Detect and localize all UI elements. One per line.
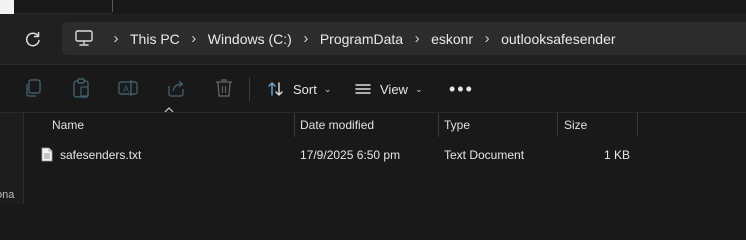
- sort-ascending-icon: [164, 107, 174, 113]
- view-label: View: [380, 81, 408, 97]
- command-bar: A Sort ⌄ View ⌄ •••: [0, 65, 746, 112]
- view-list-icon: [355, 84, 371, 94]
- column-separator[interactable]: [557, 113, 558, 137]
- column-separator[interactable]: [438, 113, 439, 137]
- breadcrumb-outlooksafesender[interactable]: outlooksafesender: [501, 31, 615, 47]
- sort-label: Sort: [293, 81, 317, 97]
- breadcrumb-windows-c[interactable]: Windows (C:): [208, 31, 292, 47]
- active-tab-fragment[interactable]: [0, 0, 14, 14]
- breadcrumb-separator[interactable]: ›: [292, 30, 320, 47]
- breadcrumb-separator[interactable]: ›: [473, 30, 501, 47]
- more-options-button[interactable]: •••: [449, 80, 474, 98]
- file-size: 1 KB: [603, 148, 630, 162]
- column-headers: Name Date modified Type Size: [24, 107, 746, 137]
- breadcrumb: › This PC › Windows (C:) › ProgramData ›…: [102, 22, 616, 55]
- breadcrumb-separator[interactable]: ›: [403, 30, 431, 47]
- breadcrumb-eskonr[interactable]: eskonr: [431, 31, 473, 47]
- rename-icon[interactable]: A: [117, 77, 139, 99]
- file-type: Text Document: [444, 148, 525, 162]
- chevron-down-icon: ⌄: [414, 83, 423, 94]
- delete-icon[interactable]: [213, 77, 235, 99]
- this-pc-icon[interactable]: [74, 29, 94, 47]
- file-date-modified: 17/9/2025 6:50 pm: [300, 148, 401, 162]
- breadcrumb-separator[interactable]: ›: [102, 30, 130, 47]
- column-header-type[interactable]: Type: [444, 113, 470, 137]
- navigation-bar: › This PC › Windows (C:) › ProgramData ›…: [0, 14, 746, 64]
- breadcrumb-programdata[interactable]: ProgramData: [320, 31, 403, 47]
- column-header-size[interactable]: Size: [564, 113, 587, 137]
- navigation-pane-item[interactable]: ona: [0, 189, 14, 201]
- share-icon[interactable]: [165, 77, 187, 99]
- breadcrumb-this-pc[interactable]: This PC: [130, 31, 180, 47]
- column-header-date-modified[interactable]: Date modified: [300, 113, 374, 137]
- file-row[interactable]: safesenders.txt 17/9/2025 6:50 pm Text D…: [24, 143, 746, 167]
- file-name[interactable]: safesenders.txt: [60, 143, 141, 167]
- column-separator[interactable]: [294, 113, 295, 137]
- chevron-down-icon: ⌄: [323, 83, 332, 94]
- breadcrumb-separator[interactable]: ›: [180, 30, 208, 47]
- tab-divider: [112, 0, 113, 12]
- toolbar-separator: [249, 77, 250, 101]
- text-file-icon: [41, 147, 53, 162]
- address-bar[interactable]: › This PC › Windows (C:) › ProgramData ›…: [62, 22, 746, 55]
- sort-icon: [268, 82, 283, 96]
- view-button[interactable]: View ⌄: [354, 77, 423, 101]
- sort-button[interactable]: Sort ⌄: [267, 77, 331, 101]
- svg-text:A: A: [123, 84, 129, 94]
- copy-icon[interactable]: [22, 77, 44, 99]
- column-header-name[interactable]: Name: [52, 113, 84, 137]
- paste-icon[interactable]: [70, 77, 92, 99]
- refresh-icon[interactable]: [23, 30, 43, 50]
- column-separator[interactable]: [637, 113, 638, 137]
